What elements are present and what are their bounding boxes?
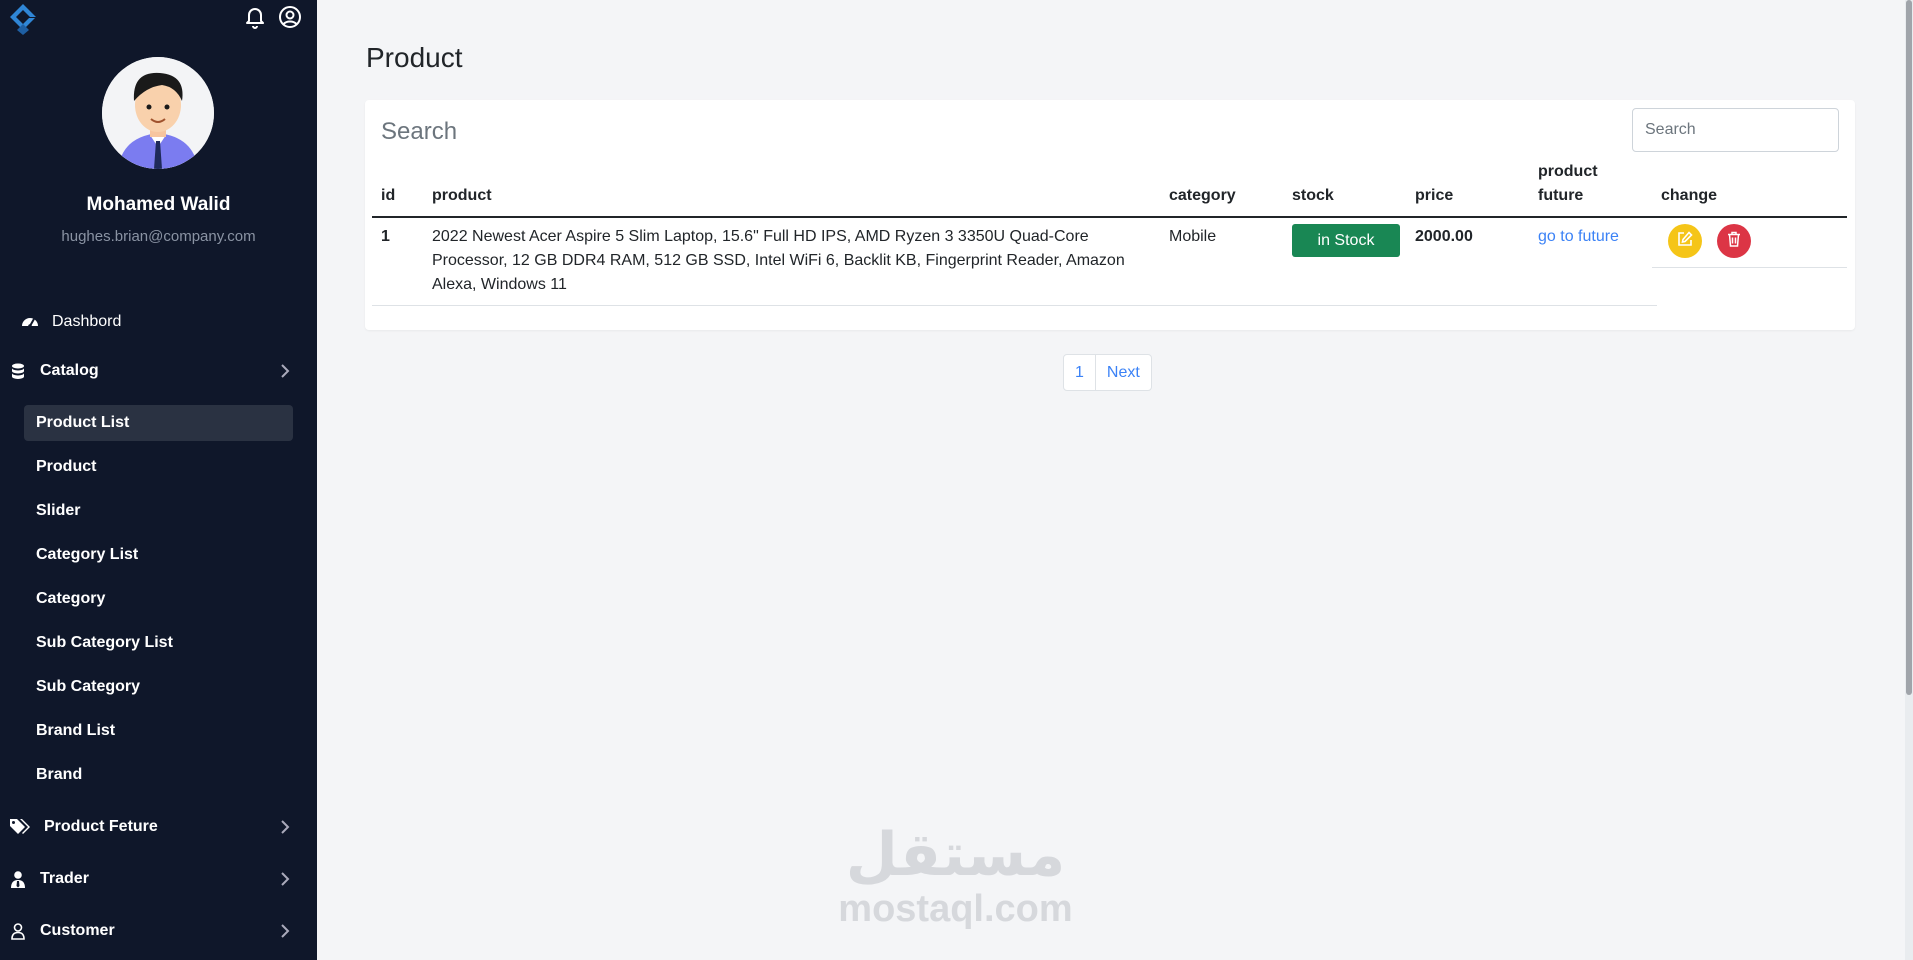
scrollbar-thumb[interactable] xyxy=(1906,0,1912,695)
sidebar-item-label: Trader xyxy=(40,870,89,887)
watermark-arabic: مستقل xyxy=(845,820,1066,890)
database-icon xyxy=(8,361,28,381)
sidebar-item-label: Dashbord xyxy=(52,313,122,330)
sidebar-item-brand-list[interactable]: Brand List xyxy=(24,713,293,749)
pagination-page-1[interactable]: 1 xyxy=(1064,355,1095,390)
sidebar-item-customer[interactable]: Customer xyxy=(8,913,294,949)
bell-icon[interactable] xyxy=(243,5,267,29)
user-email: hughes.brian@company.com xyxy=(61,228,256,245)
page-title: Product xyxy=(366,42,463,73)
sidebar-item-product[interactable]: Product xyxy=(24,449,293,485)
sidebar-item-category[interactable]: Category xyxy=(24,581,293,617)
chevron-right-icon xyxy=(276,362,294,380)
sidebar-item-catalog[interactable]: Catalog xyxy=(8,353,294,389)
page-scrollbar[interactable] xyxy=(1905,0,1913,960)
tags-icon xyxy=(8,817,32,837)
cell-category: Mobile xyxy=(1169,228,1217,245)
sidebar-item-label: Customer xyxy=(40,922,115,939)
sidebar-item-product-list[interactable]: Product List xyxy=(24,405,293,441)
sidebar-item-sub-category-list[interactable]: Sub Category List xyxy=(24,625,293,661)
pagination-next[interactable]: Next xyxy=(1094,355,1151,390)
pagination: 1 Next xyxy=(1063,354,1152,391)
watermark: مستقل mostaql.com xyxy=(838,820,1073,928)
chevron-right-icon xyxy=(276,922,294,940)
sidebar-item-label: Catalog xyxy=(40,362,99,379)
search-input[interactable] xyxy=(1632,108,1839,152)
row-divider xyxy=(1652,267,1847,268)
gauge-icon xyxy=(20,312,40,332)
sidebar-item-product-feature[interactable]: Product Feture xyxy=(8,809,294,845)
sidebar: Mohamed Walid hughes.brian@company.com D… xyxy=(0,0,317,960)
column-header-category: category xyxy=(1169,187,1236,204)
app-logo-icon[interactable] xyxy=(6,2,40,36)
column-header-change: change xyxy=(1661,187,1718,204)
user-tie-icon xyxy=(8,869,28,889)
chevron-right-icon xyxy=(276,818,294,836)
column-header-product-future-line1: product xyxy=(1538,163,1598,180)
sidebar-item-sub-category[interactable]: Sub Category xyxy=(24,669,293,705)
table-header-divider xyxy=(372,216,1847,218)
column-header-price: price xyxy=(1415,187,1454,204)
avatar xyxy=(102,57,214,169)
column-header-product: product xyxy=(432,187,492,204)
column-header-stock: stock xyxy=(1292,187,1334,204)
sidebar-item-dashboard[interactable]: Dashbord xyxy=(20,304,306,340)
cell-id: 1 xyxy=(381,228,390,245)
sidebar-item-slider[interactable]: Slider xyxy=(24,493,293,529)
product-table-card: Search id product category stock price p… xyxy=(365,100,1855,330)
watermark-latin: mostaql.com xyxy=(838,888,1073,930)
column-header-product-future-line2: future xyxy=(1538,187,1584,204)
trash-icon xyxy=(1727,231,1741,252)
sidebar-item-category-list[interactable]: Category List xyxy=(24,537,293,573)
sidebar-item-trader[interactable]: Trader xyxy=(8,861,294,897)
user-icon xyxy=(8,921,28,941)
column-header-id: id xyxy=(381,187,396,204)
edit-button[interactable] xyxy=(1668,224,1702,258)
delete-button[interactable] xyxy=(1717,224,1751,258)
column-header-product-future: product future xyxy=(1538,160,1598,208)
user-circle-icon[interactable] xyxy=(278,5,302,29)
status-badge: in Stock xyxy=(1292,224,1400,257)
edit-icon xyxy=(1677,230,1693,252)
user-name: Mohamed Walid xyxy=(86,194,231,215)
cell-price: 2000.00 xyxy=(1415,228,1473,245)
sidebar-item-brand[interactable]: Brand xyxy=(24,757,293,793)
go-to-future-link[interactable]: go to future xyxy=(1538,225,1619,249)
cell-product: 2022 Newest Acer Aspire 5 Slim Laptop, 1… xyxy=(432,228,1125,293)
chevron-right-icon xyxy=(276,870,294,888)
sidebar-item-label: Product Feture xyxy=(44,818,158,835)
row-divider xyxy=(372,305,1657,306)
card-title: Search xyxy=(381,118,458,145)
